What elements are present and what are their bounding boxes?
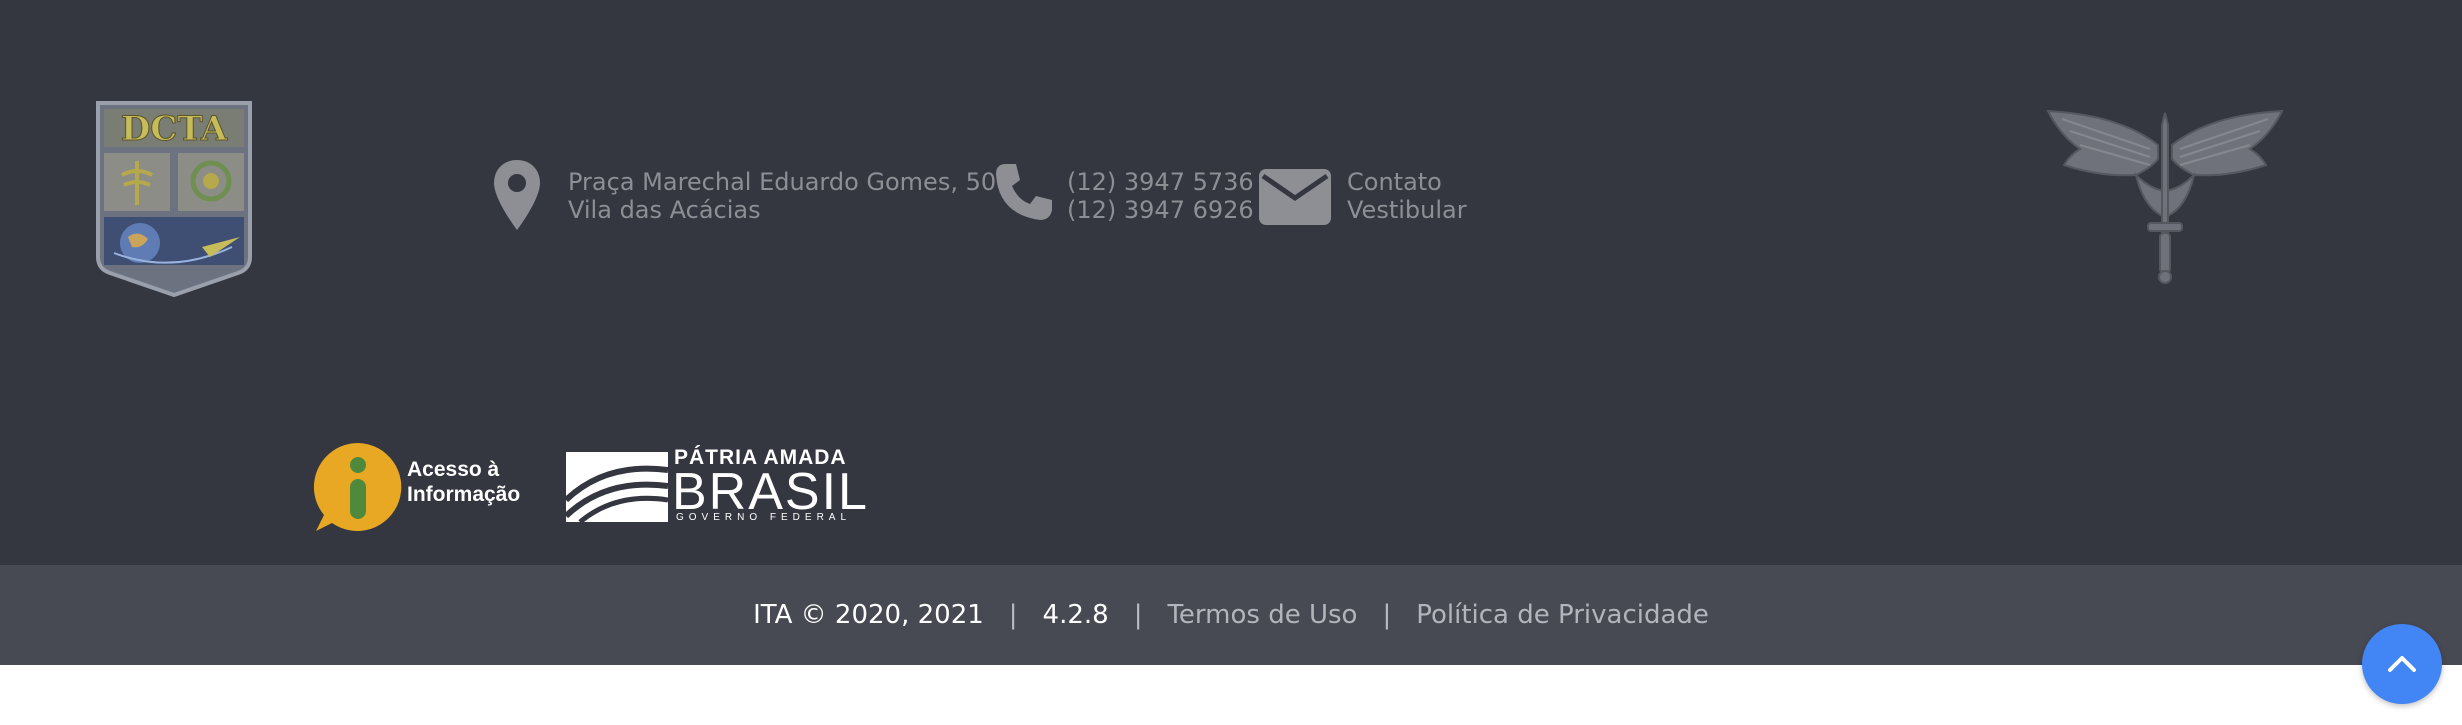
vestibular-link[interactable]: Vestibular [1347,196,1467,224]
contato-link[interactable]: Contato [1347,168,1467,196]
version-number: 4.2.8 [1042,600,1109,630]
address-line-2: Vila das Acácias [568,196,761,224]
phone-block: (12) 3947 5736 (12) 3947 6926 [1067,168,1254,224]
envelope-icon [1259,169,1331,225]
phone-icon [996,164,1052,220]
address-line-1: Praça Marechal Eduardo Gomes, 50 [568,168,997,196]
planalto-icon [566,452,668,522]
copyright-text: ITA © 2020, 2021 [753,600,984,630]
terms-of-use-link[interactable]: Termos de Uso [1167,600,1357,630]
patria-amada-brasil-logo[interactable]: PÁTRIA AMADA BRASIL GOVERNO FEDERAL [566,446,867,523]
site-footer: DCTA Praça Marechal Eduardo Gomes, 50 Vi… [0,0,2462,565]
privacy-policy-link[interactable]: Política de Privacidade [1416,600,1709,630]
patria-sub-text: GOVERNO FEDERAL [676,512,852,523]
acesso-informacao-text: Acesso à Informação [407,457,520,507]
separator: | [1133,600,1143,630]
dcta-crest-logo: DCTA [96,101,252,297]
separator: | [1382,600,1392,630]
footer-bottom-bar: ITA © 2020, 2021 | 4.2.8 | Termos de Uso… [0,565,2462,665]
dcta-text: DCTA [121,109,228,149]
phone-number-2[interactable]: (12) 3947 6926 [1067,196,1254,224]
separator: | [1008,600,1018,630]
acesso-informacao-link[interactable]: Acesso à Informação [312,441,542,535]
contact-links: Contato Vestibular [1347,168,1467,224]
chevron-up-icon [2388,656,2416,672]
fab-wings-emblem [2046,109,2284,284]
address-block: Praça Marechal Eduardo Gomes, 50 Vila da… [568,168,996,224]
footer-credits: ITA © 2020, 2021 | 4.2.8 | Termos de Uso… [0,565,2462,665]
acesso-line-2: Informação [407,483,521,506]
map-marker-icon [494,160,540,230]
patria-main-text: BRASIL [672,463,869,521]
phone-number-1[interactable]: (12) 3947 5736 [1067,168,1254,196]
info-icon [313,442,402,531]
acesso-line-1: Acesso à [407,458,500,481]
back-to-top-button[interactable] [2362,624,2442,704]
